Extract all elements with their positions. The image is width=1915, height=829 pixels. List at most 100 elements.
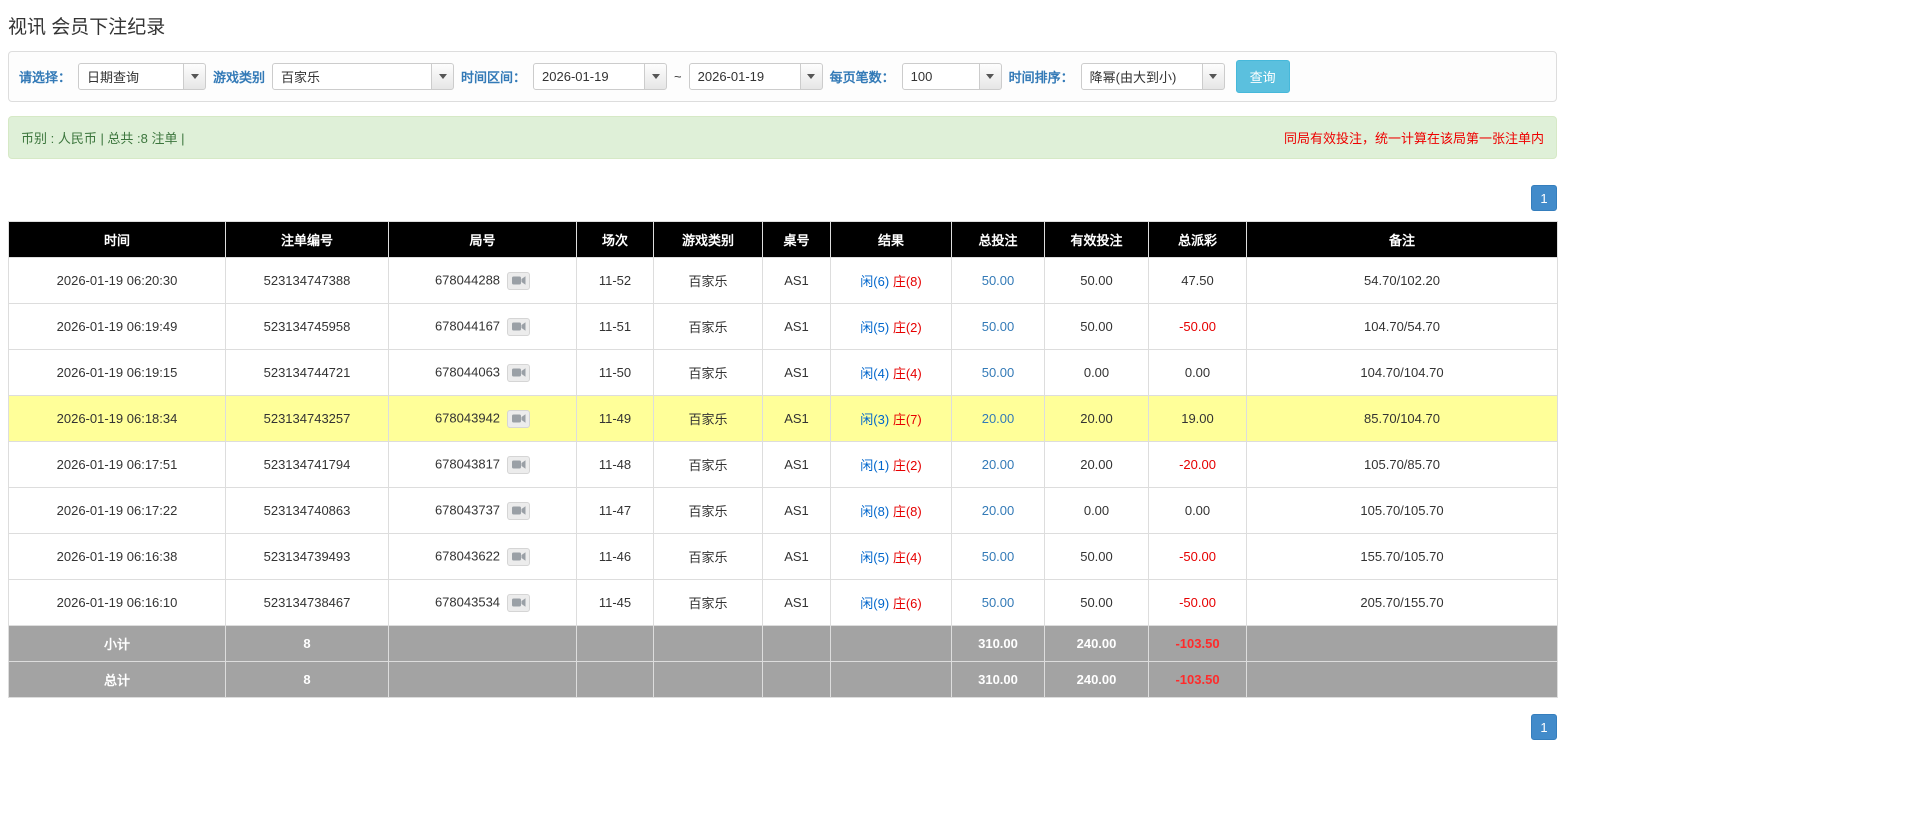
footer-total-bet: 310.00	[951, 661, 1045, 698]
cell-round: 678044288	[388, 257, 577, 304]
cell-bet-id: 523134743257	[225, 395, 389, 442]
cell-payout: 0.00	[1148, 487, 1247, 534]
cell-time: 2026-01-19 06:16:38	[8, 533, 226, 580]
cell-game-type: 百家乐	[653, 349, 763, 396]
table-header-row: 时间 注单编号 局号 场次 游戏类别 桌号 结果 总投注 有效投注 总派彩 备注	[8, 221, 1558, 258]
cell-payout: 19.00	[1148, 395, 1247, 442]
game-type-input[interactable]	[272, 63, 433, 90]
video-icon[interactable]	[507, 409, 531, 428]
cell-game-type: 百家乐	[653, 579, 763, 626]
query-type-dropdown-button[interactable]	[183, 63, 207, 90]
total-bet-link[interactable]: 20.00	[982, 503, 1015, 518]
result-player: 闲(9)	[860, 596, 890, 611]
video-icon[interactable]	[507, 317, 531, 336]
page-size-combobox	[901, 63, 1002, 90]
footer-empty-cell	[1246, 625, 1558, 662]
footer-empty-cell	[653, 625, 763, 662]
chevron-down-icon	[986, 74, 995, 79]
table-footer-row: 小计 8 310.00 240.00 -103.50	[8, 625, 1558, 662]
pagination-bottom: 1	[8, 714, 1557, 740]
cell-valid-bet: 0.00	[1044, 487, 1149, 534]
column-header: 桌号	[762, 221, 831, 258]
cell-time: 2026-01-19 06:16:10	[8, 579, 226, 626]
date-to-input[interactable]	[688, 63, 801, 90]
cell-time: 2026-01-19 06:17:22	[8, 487, 226, 534]
column-header: 注单编号	[225, 221, 389, 258]
total-bet-link[interactable]: 20.00	[982, 411, 1015, 426]
total-bet-link[interactable]: 50.00	[982, 319, 1015, 334]
cell-payout: 0.00	[1148, 349, 1247, 396]
table-footer-row: 总计 8 310.00 240.00 -103.50	[8, 661, 1558, 698]
cell-table-number: AS1	[762, 303, 831, 350]
total-bet-link[interactable]: 50.00	[982, 365, 1015, 380]
search-button[interactable]: 查询	[1235, 60, 1290, 93]
sort-input[interactable]	[1080, 63, 1203, 90]
cell-payout: -50.00	[1148, 579, 1247, 626]
cell-round: 678043534	[388, 579, 577, 626]
result-banker: 庄(4)	[892, 550, 922, 565]
round-number: 678043534	[434, 593, 501, 609]
footer-empty-cell	[1246, 661, 1558, 698]
cell-time: 2026-01-19 06:18:34	[8, 395, 226, 442]
column-header: 结果	[830, 221, 952, 258]
result-player: 闲(5)	[860, 550, 890, 565]
result-player: 闲(4)	[860, 366, 890, 381]
video-icon[interactable]	[507, 547, 531, 566]
cell-game-type: 百家乐	[653, 441, 763, 488]
table-body: 2026-01-19 06:20:30 523134747388 678044288…	[8, 257, 1558, 626]
cell-session: 11-46	[576, 533, 654, 580]
result-banker: 庄(2)	[892, 320, 922, 335]
cell-total-bet: 50.00	[951, 533, 1045, 580]
cell-valid-bet: 50.00	[1044, 579, 1149, 626]
footer-empty-cell	[830, 661, 952, 698]
cell-round: 678043817	[388, 441, 577, 488]
cell-session: 11-51	[576, 303, 654, 350]
cell-remark: 155.70/105.70	[1246, 533, 1558, 580]
cell-result: 闲(8) 庄(8)	[830, 487, 952, 534]
cell-table-number: AS1	[762, 257, 831, 304]
round-number: 678043737	[434, 501, 501, 517]
result-banker: 庄(6)	[892, 596, 922, 611]
video-icon[interactable]	[507, 455, 531, 474]
footer-empty-cell	[388, 661, 577, 698]
sort-label: 时间排序：	[1008, 70, 1074, 85]
result-player: 闲(3)	[860, 412, 890, 427]
game-type-dropdown-button[interactable]	[431, 63, 455, 90]
date-to-dropdown-button[interactable]	[799, 63, 823, 90]
result-player: 闲(6)	[860, 274, 890, 289]
cell-time: 2026-01-19 06:19:15	[8, 349, 226, 396]
page-size-label: 每页笔数：	[829, 70, 895, 85]
footer-count: 8	[225, 625, 389, 662]
video-icon[interactable]	[507, 501, 531, 520]
page-button[interactable]: 1	[1531, 714, 1557, 740]
footer-payout: -103.50	[1148, 625, 1247, 662]
total-bet-link[interactable]: 50.00	[982, 273, 1015, 288]
footer-empty-cell	[653, 661, 763, 698]
video-icon[interactable]	[507, 271, 531, 290]
total-bet-link[interactable]: 50.00	[982, 595, 1015, 610]
cell-result: 闲(6) 庄(8)	[830, 257, 952, 304]
video-icon[interactable]	[507, 363, 531, 382]
total-bet-link[interactable]: 50.00	[982, 549, 1015, 564]
cell-round: 678043737	[388, 487, 577, 534]
query-type-input[interactable]	[78, 63, 185, 90]
page-size-input[interactable]	[901, 63, 980, 90]
table-row: 2026-01-19 06:18:34 523134743257 678043942…	[8, 395, 1558, 442]
table-row: 2026-01-19 06:16:38 523134739493 678043622…	[8, 533, 1558, 580]
total-bet-link[interactable]: 20.00	[982, 457, 1015, 472]
page-button[interactable]: 1	[1531, 185, 1557, 211]
cell-total-bet: 20.00	[951, 395, 1045, 442]
date-from-input[interactable]	[533, 63, 646, 90]
cell-total-bet: 20.00	[951, 487, 1045, 534]
cell-total-bet: 50.00	[951, 349, 1045, 396]
cell-total-bet: 50.00	[951, 257, 1045, 304]
footer-empty-cell	[830, 625, 952, 662]
sort-dropdown-button[interactable]	[1201, 63, 1225, 90]
table-row: 2026-01-19 06:19:49 523134745958 678044167…	[8, 303, 1558, 350]
page-size-dropdown-button[interactable]	[978, 63, 1002, 90]
cell-result: 闲(1) 庄(2)	[830, 441, 952, 488]
date-from-dropdown-button[interactable]	[644, 63, 668, 90]
cell-payout: -50.00	[1148, 303, 1247, 350]
cell-table-number: AS1	[762, 533, 831, 580]
video-icon[interactable]	[507, 593, 531, 612]
